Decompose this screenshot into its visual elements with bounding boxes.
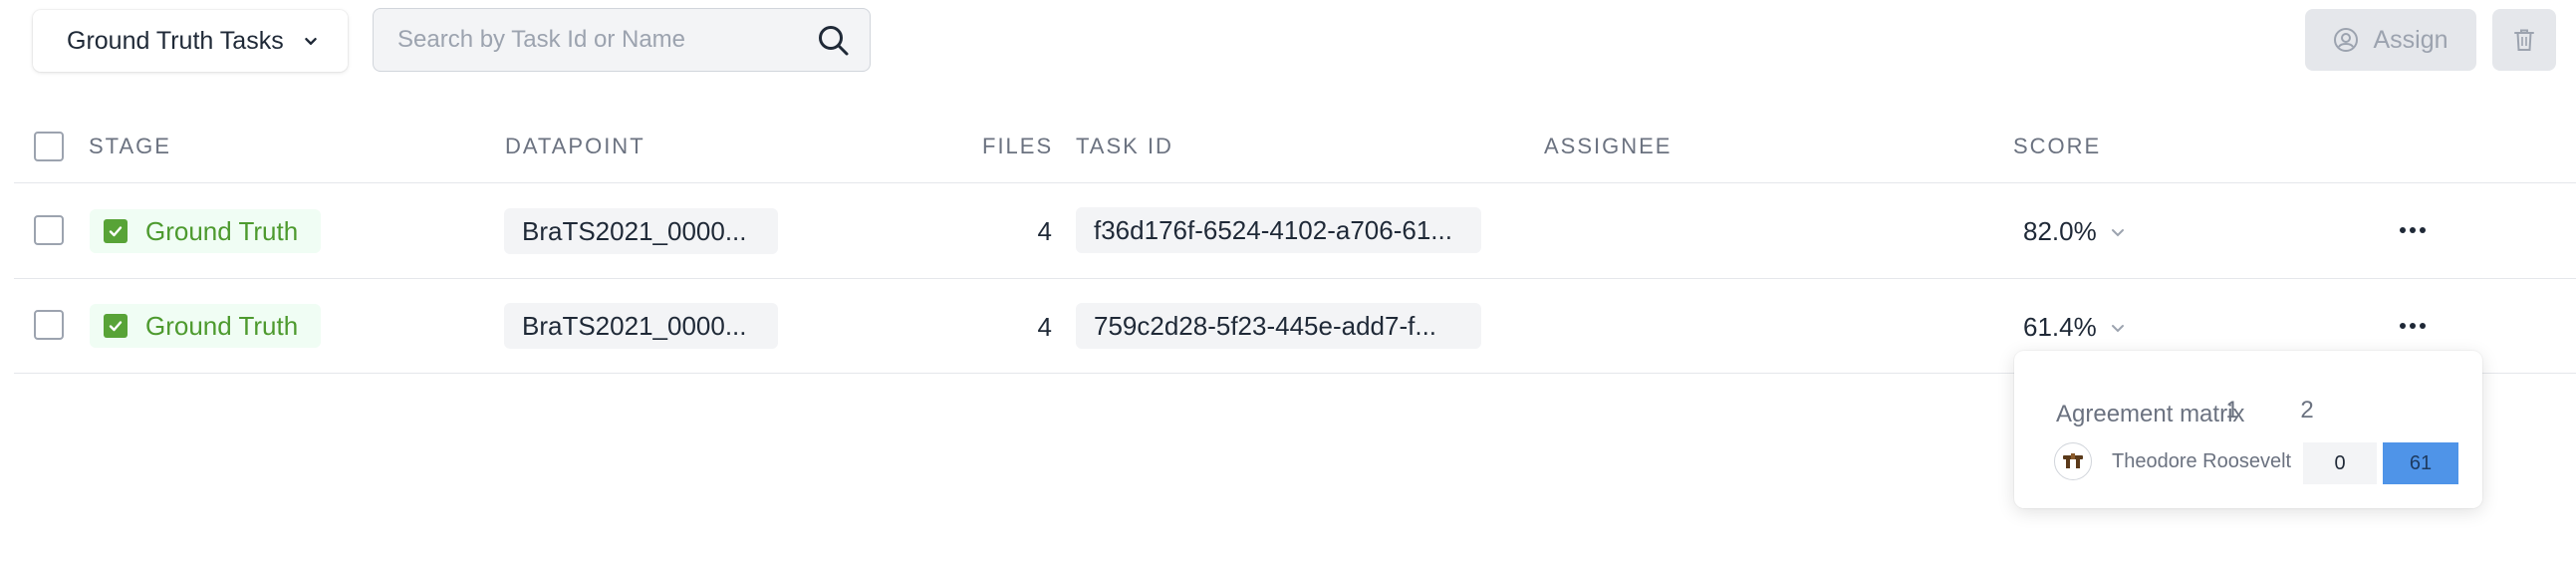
checkbox-checked-icon — [104, 314, 128, 338]
avatar — [2054, 442, 2092, 480]
header-divider — [14, 182, 2576, 183]
task-id-cell[interactable]: f36d176f-6524-4102-a706-61... — [1076, 207, 1481, 253]
stage-badge: Ground Truth — [90, 304, 321, 348]
row-checkbox[interactable] — [34, 215, 64, 245]
files-count: 4 — [1037, 216, 1052, 246]
header-stage[interactable]: STAGE — [89, 134, 171, 159]
task-id-cell[interactable]: 759c2d28-5f23-445e-add7-f... — [1076, 303, 1481, 349]
stage-badge: Ground Truth — [90, 209, 321, 253]
score-toggle[interactable]: 82.0% — [2023, 216, 2127, 247]
header-datapoint[interactable]: DATAPOINT — [505, 134, 645, 159]
score-value: 82.0% — [2023, 216, 2097, 246]
header-assignee[interactable]: ASSIGNEE — [1544, 134, 1672, 159]
annotator-name: Theodore Roosevelt — [2112, 450, 2292, 472]
stage-label: Ground Truth — [145, 215, 299, 246]
more-horizontal-icon[interactable] — [2393, 311, 2433, 341]
agreement-matrix-popover: Agreement matrix 1 2 Theodore Roosevelt … — [2014, 351, 2482, 508]
stage-label: Ground Truth — [145, 310, 299, 341]
chevron-down-icon — [305, 37, 317, 45]
trash-icon — [2514, 29, 2534, 51]
matrix-column-header: 2 — [2300, 397, 2314, 424]
user-circle-icon — [2334, 28, 2359, 52]
row-divider — [14, 278, 2576, 279]
chevron-down-icon — [2111, 324, 2124, 332]
row-checkbox[interactable] — [34, 310, 64, 340]
assign-button[interactable]: Assign — [2305, 9, 2476, 71]
delete-button[interactable] — [2492, 9, 2556, 71]
matrix-cell: 0 — [2303, 442, 2377, 484]
score-toggle[interactable]: 61.4% — [2023, 312, 2127, 343]
search-box[interactable] — [373, 8, 871, 72]
select-all-checkbox[interactable] — [34, 132, 64, 161]
search-icon[interactable] — [816, 23, 852, 59]
header-score[interactable]: SCORE — [2013, 134, 2101, 159]
chevron-down-icon — [2111, 228, 2124, 236]
datapoint-cell[interactable]: BraTS2021_0000... — [504, 303, 778, 349]
header-files[interactable]: FILES — [982, 134, 1053, 159]
datapoint-cell[interactable]: BraTS2021_0000... — [504, 208, 778, 254]
files-count: 4 — [1037, 312, 1052, 342]
matrix-cell-highlighted: 61 — [2383, 442, 2458, 484]
header-task-id[interactable]: TASK ID — [1076, 134, 1173, 159]
checkbox-checked-icon — [104, 219, 128, 243]
assign-label: Assign — [2373, 25, 2448, 54]
task-filter-label: Ground Truth Tasks — [67, 26, 284, 55]
search-input[interactable] — [395, 25, 814, 55]
matrix-column-header: 1 — [2225, 397, 2239, 424]
task-filter-dropdown[interactable]: Ground Truth Tasks — [33, 10, 348, 72]
score-value: 61.4% — [2023, 312, 2097, 342]
more-horizontal-icon[interactable] — [2393, 215, 2433, 245]
